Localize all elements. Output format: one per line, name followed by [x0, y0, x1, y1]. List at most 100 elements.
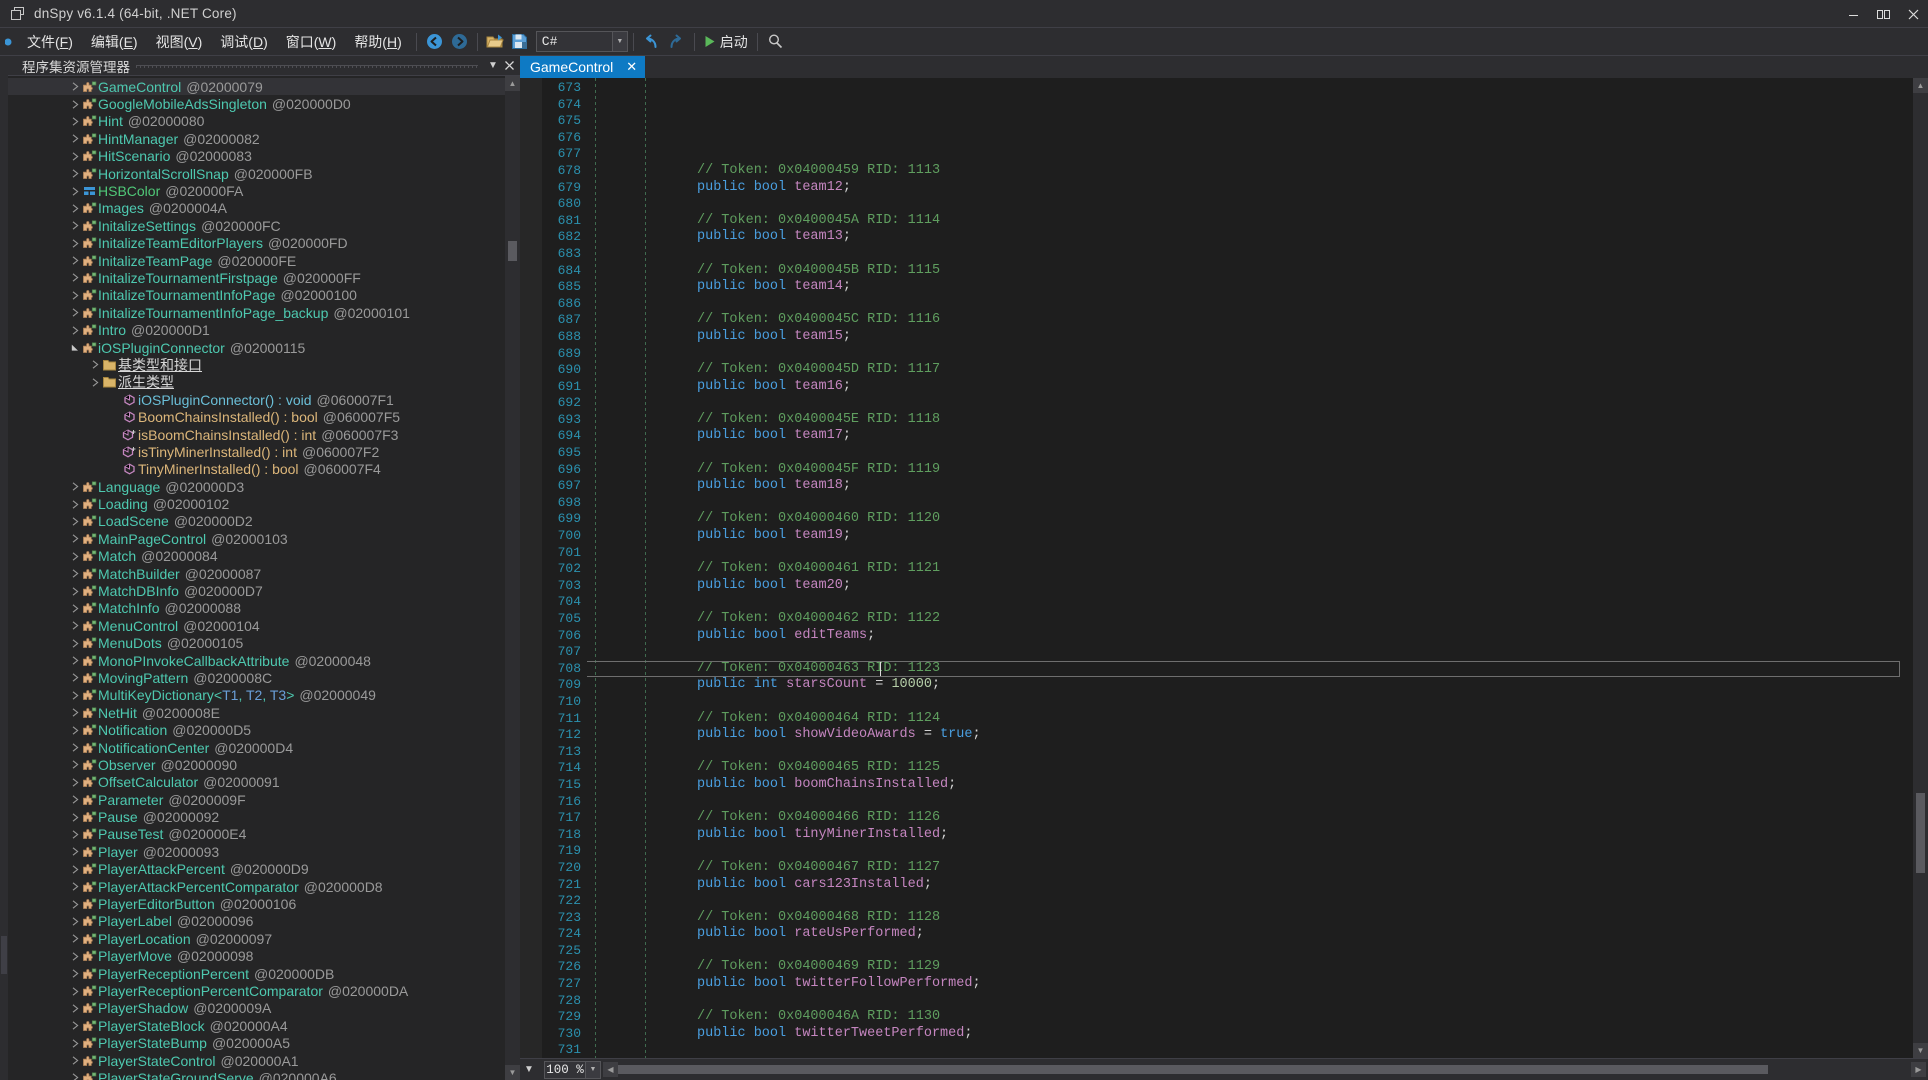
- tree-item-playershadow[interactable]: PlayerShadow @0200009A: [8, 1000, 505, 1017]
- chevron-collapsed-icon[interactable]: [70, 865, 81, 874]
- chevron-collapsed-icon[interactable]: [70, 708, 81, 717]
- chevron-collapsed-icon[interactable]: [70, 291, 81, 300]
- tree-item-iospluginconnector-void[interactable]: iOSPluginConnector() : void @060007F1: [8, 391, 505, 408]
- navigate-back-icon[interactable]: [422, 30, 447, 54]
- tree-item-movingpattern[interactable]: MovingPattern @0200008C: [8, 669, 505, 686]
- tree-item-playerstatebump[interactable]: PlayerStateBump @020000A5: [8, 1034, 505, 1051]
- code-line[interactable]: // Token: 0x04000469 RID: 1129: [587, 959, 1913, 976]
- code-line[interactable]: // Token: 0x04000461 RID: 1121: [587, 561, 1913, 578]
- tree-item-iospluginconnector[interactable]: iOSPluginConnector @02000115: [8, 339, 505, 356]
- menu-file[interactable]: 文件(F): [18, 28, 82, 56]
- chevron-collapsed-icon[interactable]: [70, 760, 81, 770]
- chevron-collapsed-icon[interactable]: [70, 326, 81, 335]
- tree-item-playerreceptionpercentcomparator[interactable]: PlayerReceptionPercentComparator @020000D…: [8, 982, 505, 999]
- tree-item-menucontrol[interactable]: MenuControl @02000104: [8, 617, 505, 634]
- chevron-collapsed-icon[interactable]: [70, 847, 81, 857]
- tree-item-isboomchainsinstalled-int[interactable]: isBoomChainsInstalled() : int @060007F3: [8, 426, 505, 443]
- code-line[interactable]: [587, 346, 1913, 363]
- chevron-collapsed-icon[interactable]: [70, 778, 81, 787]
- chevron-collapsed-icon[interactable]: [70, 152, 81, 161]
- code-line[interactable]: // Token: 0x0400045D RID: 1117: [587, 362, 1913, 379]
- chevron-collapsed-icon[interactable]: [90, 360, 101, 370]
- code-line[interactable]: public bool team16;: [587, 379, 1913, 396]
- code-line[interactable]: [587, 943, 1913, 960]
- code-line[interactable]: // Token: 0x04000468 RID: 1128: [587, 910, 1913, 927]
- tree-item-playerstateblock[interactable]: PlayerStateBlock @020000A4: [8, 1017, 505, 1034]
- chevron-collapsed-icon[interactable]: [70, 82, 81, 91]
- code-line[interactable]: [587, 445, 1913, 462]
- chevron-collapsed-icon[interactable]: [70, 1056, 81, 1065]
- tree-item-offsetcalculator[interactable]: OffsetCalculator @02000091: [8, 774, 505, 791]
- open-folder-icon[interactable]: [483, 30, 508, 54]
- tree-item-playerattackpercentcomparator[interactable]: PlayerAttackPercentComparator @020000D8: [8, 878, 505, 895]
- chevron-expanded-icon[interactable]: [70, 343, 81, 352]
- scroll-left-arrow-icon[interactable]: ◀: [603, 1062, 618, 1077]
- tree-item-initalizetournamentinfopage[interactable]: InitalizeTournamentInfoPage @02000100: [8, 287, 505, 304]
- tree-item-playerstategroundserve[interactable]: PlayerStateGroundServe @020000A6: [8, 1069, 505, 1080]
- code-line[interactable]: public bool showVideoAwards = true;: [587, 727, 1913, 744]
- tree-item-parameter[interactable]: Parameter @0200009F: [8, 791, 505, 808]
- tree-item-playereditorbutton[interactable]: PlayerEditorButton @02000106: [8, 895, 505, 912]
- tree-item-playermove[interactable]: PlayerMove @02000098: [8, 948, 505, 965]
- code-line[interactable]: [587, 694, 1913, 711]
- zoom-level-combo[interactable]: 100 %: [544, 1060, 586, 1079]
- code-line[interactable]: [587, 395, 1913, 412]
- tree-item-multikeydictionary-t1-t2-t3[interactable]: MultiKeyDictionary<T1, T2, T3> @02000049: [8, 687, 505, 704]
- chevron-collapsed-icon[interactable]: [70, 1021, 81, 1030]
- tree-item-[interactable]: 基类型和接口: [8, 356, 505, 373]
- code-line[interactable]: [587, 794, 1913, 811]
- menu-edit[interactable]: 编辑(E): [82, 28, 147, 56]
- code-line[interactable]: [587, 196, 1913, 213]
- chevron-collapsed-icon[interactable]: [70, 239, 81, 248]
- chevron-collapsed-icon[interactable]: [70, 917, 81, 926]
- chevron-collapsed-icon[interactable]: [70, 639, 81, 648]
- chevron-collapsed-icon[interactable]: [70, 499, 81, 509]
- code-line[interactable]: public bool boomChainsInstalled;: [587, 777, 1913, 794]
- chevron-collapsed-icon[interactable]: [70, 586, 81, 596]
- tree-item-pausetest[interactable]: PauseTest @020000E4: [8, 826, 505, 843]
- tree-item-matchinfo[interactable]: MatchInfo @02000088: [8, 600, 505, 617]
- tree-item-tinyminerinstalled-bool[interactable]: TinyMinerInstalled() : bool @060007F4: [8, 461, 505, 478]
- chevron-collapsed-icon[interactable]: [70, 482, 81, 491]
- tree-item-menudots[interactable]: MenuDots @02000105: [8, 635, 505, 652]
- close-button[interactable]: [1898, 0, 1928, 28]
- code-line[interactable]: // Token: 0x0400045F RID: 1119: [587, 462, 1913, 479]
- chevron-collapsed-icon[interactable]: [70, 882, 81, 891]
- tree-item-initalizeteameditorplayers[interactable]: InitalizeTeamEditorPlayers @020000FD: [8, 235, 505, 252]
- menu-window[interactable]: 窗口(W): [277, 28, 346, 56]
- code-line[interactable]: [587, 843, 1913, 860]
- search-icon[interactable]: [763, 30, 788, 54]
- chevron-collapsed-icon[interactable]: [70, 673, 81, 683]
- code-line[interactable]: public bool team18;: [587, 478, 1913, 495]
- chevron-collapsed-icon[interactable]: [70, 656, 81, 665]
- code-editor[interactable]: 673 674 675 676 677 678 679 680 681 682 683 684 685 6…: [520, 78, 1928, 1058]
- tree-item-playerattackpercent[interactable]: PlayerAttackPercent @020000D9: [8, 861, 505, 878]
- code-line[interactable]: [587, 545, 1913, 562]
- tree-item-playerstatecontrol[interactable]: PlayerStateControl @020000A1: [8, 1052, 505, 1069]
- editor-scrollbar-track[interactable]: [1913, 93, 1928, 1043]
- menu-help[interactable]: 帮助(H): [345, 28, 410, 56]
- chevron-collapsed-icon[interactable]: [70, 99, 81, 109]
- code-line[interactable]: // Token: 0x04000459 RID: 1113: [587, 163, 1913, 180]
- scrollbar-thumb[interactable]: [508, 241, 517, 261]
- tree-item-monopinvokecallbackattribute[interactable]: MonoPInvokeCallbackAttribute @02000048: [8, 652, 505, 669]
- editor-scroll-up-icon[interactable]: ▲: [1913, 78, 1928, 93]
- code-content[interactable]: // Token: 0x04000459 RID: 1113 public boo…: [587, 78, 1913, 1058]
- code-line[interactable]: public bool team20;: [587, 578, 1913, 595]
- code-line[interactable]: [587, 1042, 1913, 1058]
- tree-item-hitscenario[interactable]: HitScenario @02000083: [8, 148, 505, 165]
- scroll-up-arrow-icon[interactable]: ▲: [505, 76, 520, 91]
- redo-icon[interactable]: [664, 30, 689, 54]
- tree-item-initalizeteampage[interactable]: InitalizeTeamPage @020000FE: [8, 252, 505, 269]
- chevron-collapsed-icon[interactable]: [70, 134, 81, 143]
- tree-item-images[interactable]: Images @0200004A: [8, 200, 505, 217]
- tree-item-playerreceptionpercent[interactable]: PlayerReceptionPercent @020000DB: [8, 965, 505, 982]
- editor-scrollbar[interactable]: ▲ ▼: [1913, 78, 1928, 1058]
- tree-item-matchbuilder[interactable]: MatchBuilder @02000087: [8, 565, 505, 582]
- chevron-down-icon[interactable]: ▼: [484, 56, 502, 76]
- code-line[interactable]: [587, 246, 1913, 263]
- chevron-down-icon[interactable]: ▼: [611, 32, 627, 51]
- chevron-collapsed-icon[interactable]: [70, 308, 81, 317]
- tree-item-horizontalscrollsnap[interactable]: HorizontalScrollSnap @020000FB: [8, 165, 505, 182]
- code-line[interactable]: // Token: 0x0400046A RID: 1130: [587, 1009, 1913, 1026]
